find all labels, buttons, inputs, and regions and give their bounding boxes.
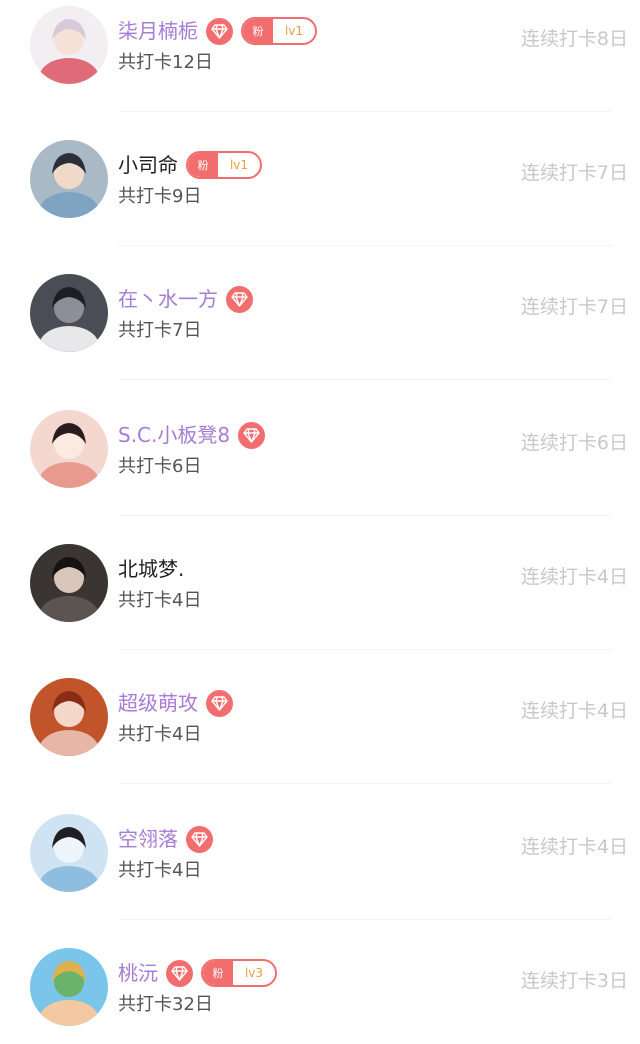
name-line: 空翎落 [118,822,213,856]
user-name[interactable]: 超级萌攻 [118,686,198,720]
consecutive-checkin-days: 连续打卡4日 [520,700,628,722]
consecutive-checkin-days: 连续打卡4日 [520,566,628,588]
diamond-icon [206,689,233,717]
avatar[interactable] [30,814,108,892]
avatar[interactable] [30,544,108,622]
divider [118,111,612,112]
consecutive-checkin-days: 连续打卡8日 [520,28,628,50]
list-item[interactable]: 柒月楠栀 粉 lv1 共打卡12日 连续打卡8日 [0,0,640,112]
total-checkin-days: 共打卡4日 [118,590,202,611]
avatar-image [30,274,108,352]
total-checkin-days: 共打卡32日 [118,994,213,1015]
user-name[interactable]: 北城梦. [118,552,184,586]
name-line: S.C.小板凳8 [118,418,266,452]
total-checkin-days: 共打卡7日 [118,320,202,341]
divider [118,649,612,650]
user-name[interactable]: 空翎落 [118,822,178,856]
user-name[interactable]: 柒月楠栀 [118,14,198,48]
name-line: 在丶水一方 [118,282,253,316]
list-item[interactable]: 北城梦. 共打卡4日 连续打卡4日 [0,538,640,650]
user-name[interactable]: S.C.小板凳8 [118,418,230,452]
diamond-icon [206,17,233,45]
name-line: 柒月楠栀 粉 lv1 [118,14,317,48]
consecutive-checkin-days: 连续打卡4日 [520,836,628,858]
fan-level-badge: 粉 lv1 [186,151,262,179]
fan-badge-level: lv3 [244,966,264,980]
total-checkin-days: 共打卡12日 [118,52,213,73]
total-checkin-days: 共打卡4日 [118,724,202,745]
list-item[interactable]: 在丶水一方 共打卡7日 连续打卡7日 [0,268,640,380]
fan-badge-level: lv1 [284,24,304,38]
list-item[interactable]: 桃沅 粉 lv3 共打卡32日 连续打卡3日 [0,942,640,1044]
consecutive-checkin-days: 连续打卡7日 [520,162,628,184]
avatar-image [30,948,108,1026]
checkin-ranking-list: 柒月楠栀 粉 lv1 共打卡12日 连续打卡8日 小司命 粉 lv1 共打卡9日… [0,0,640,1044]
diamond-icon [166,959,193,987]
total-checkin-days: 共打卡4日 [118,860,202,881]
name-line: 桃沅 粉 lv3 [118,956,277,990]
avatar[interactable] [30,678,108,756]
name-line: 北城梦. [118,552,184,586]
consecutive-checkin-days: 连续打卡3日 [520,970,628,992]
fan-badge-level: lv1 [229,158,249,172]
avatar-image [30,678,108,756]
divider [118,379,612,380]
list-item[interactable]: S.C.小板凳8 共打卡6日 连续打卡6日 [0,404,640,516]
avatar-image [30,140,108,218]
divider [118,245,612,246]
divider [118,919,612,920]
fan-level-badge: 粉 lv3 [201,959,277,987]
avatar-image [30,814,108,892]
divider [118,783,612,784]
name-line: 超级萌攻 [118,686,233,720]
diamond-icon [186,825,213,853]
consecutive-checkin-days: 连续打卡7日 [520,296,628,318]
total-checkin-days: 共打卡6日 [118,456,202,477]
user-name[interactable]: 在丶水一方 [118,282,218,316]
divider [118,515,612,516]
avatar[interactable] [30,140,108,218]
avatar[interactable] [30,410,108,488]
list-item[interactable]: 小司命 粉 lv1 共打卡9日 连续打卡7日 [0,134,640,246]
diamond-icon [238,421,266,449]
avatar-image [30,410,108,488]
avatar[interactable] [30,274,108,352]
consecutive-checkin-days: 连续打卡6日 [520,432,628,454]
avatar[interactable] [30,6,108,84]
fan-badge-label: 粉 [243,19,273,43]
list-item[interactable]: 超级萌攻 共打卡4日 连续打卡4日 [0,672,640,784]
fan-badge-label: 粉 [203,961,233,985]
user-name[interactable]: 小司命 [118,148,178,182]
avatar[interactable] [30,948,108,1026]
list-item[interactable]: 空翎落 共打卡4日 连续打卡4日 [0,808,640,920]
avatar-image [30,6,108,84]
fan-badge-label: 粉 [188,153,218,177]
total-checkin-days: 共打卡9日 [118,186,202,207]
name-line: 小司命 粉 lv1 [118,148,262,182]
diamond-icon [226,285,253,313]
fan-level-badge: 粉 lv1 [241,17,317,45]
user-name[interactable]: 桃沅 [118,956,158,990]
avatar-image [30,544,108,622]
